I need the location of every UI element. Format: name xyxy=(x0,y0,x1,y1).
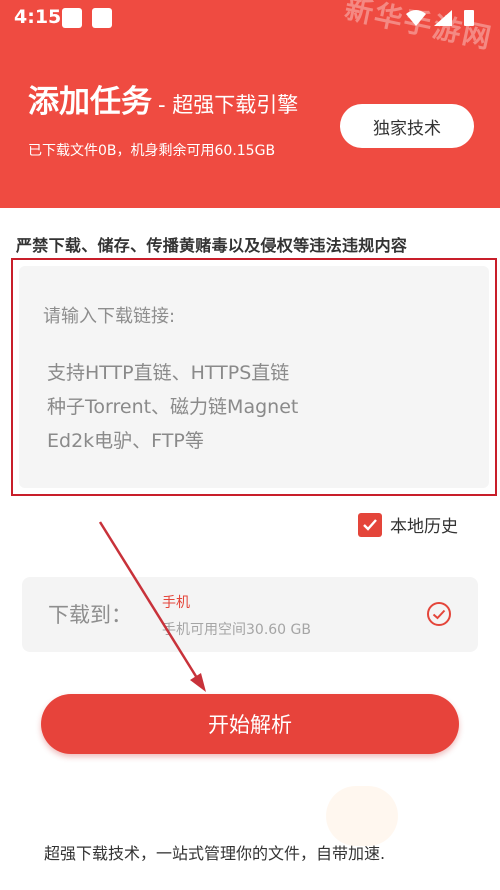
footer-text: 超强下载技术，一站式管理你的文件，自带加速. xyxy=(44,844,386,863)
download-to-label: 下载到： xyxy=(48,603,132,627)
local-history-toggle[interactable]: 本地历史 xyxy=(358,512,458,537)
check-circle-icon xyxy=(427,602,451,626)
download-space: 手机可用空间30.60 GB xyxy=(162,622,311,638)
link-input-placeholder: 请输入下载链接: xyxy=(43,306,176,327)
link-hint: Ed2k电驴、FTP等 xyxy=(47,430,204,452)
notification-icon xyxy=(62,8,82,28)
warning-text: 严禁下载、储存、传播黄赌毒以及侵权等违法违规内容 xyxy=(16,236,408,255)
link-hint: 种子Torrent、磁力链Magnet xyxy=(47,396,299,418)
exclusive-tech-button[interactable]: 独家技术 xyxy=(340,104,474,148)
start-parse-button[interactable]: 开始解析 xyxy=(41,694,459,754)
header: 4:15 新华手游网 添加任务 - 超强下载引擎 已下载文件0B，机身剩余可用6… xyxy=(0,0,500,208)
page-subtitle: - 超强下载引擎 xyxy=(158,93,299,117)
notification-icon xyxy=(92,8,112,28)
link-input-highlight: 请输入下载链接: 支持HTTP直链、HTTPS直链 种子Torrent、磁力链M… xyxy=(11,258,497,496)
link-input[interactable]: 请输入下载链接: 支持HTTP直链、HTTPS直链 种子Torrent、磁力链M… xyxy=(19,266,489,488)
link-hint: 支持HTTP直链、HTTPS直链 xyxy=(47,362,290,384)
title-row: 添加任务 - 超强下载引擎 xyxy=(28,76,299,120)
download-location-selector[interactable]: 下载到： 手机 手机可用空间30.60 GB xyxy=(22,577,478,652)
status-time: 4:15 xyxy=(14,6,62,28)
local-history-label: 本地历史 xyxy=(390,517,458,537)
watermark-logo-icon xyxy=(326,786,398,846)
checkbox-checked-icon[interactable] xyxy=(358,512,382,537)
storage-info: 已下载文件0B，机身剩余可用60.15GB xyxy=(28,143,276,159)
status-bar: 4:15 新华手游网 xyxy=(0,0,500,55)
page-title: 添加任务 xyxy=(28,84,152,120)
download-target: 手机 xyxy=(162,595,190,611)
